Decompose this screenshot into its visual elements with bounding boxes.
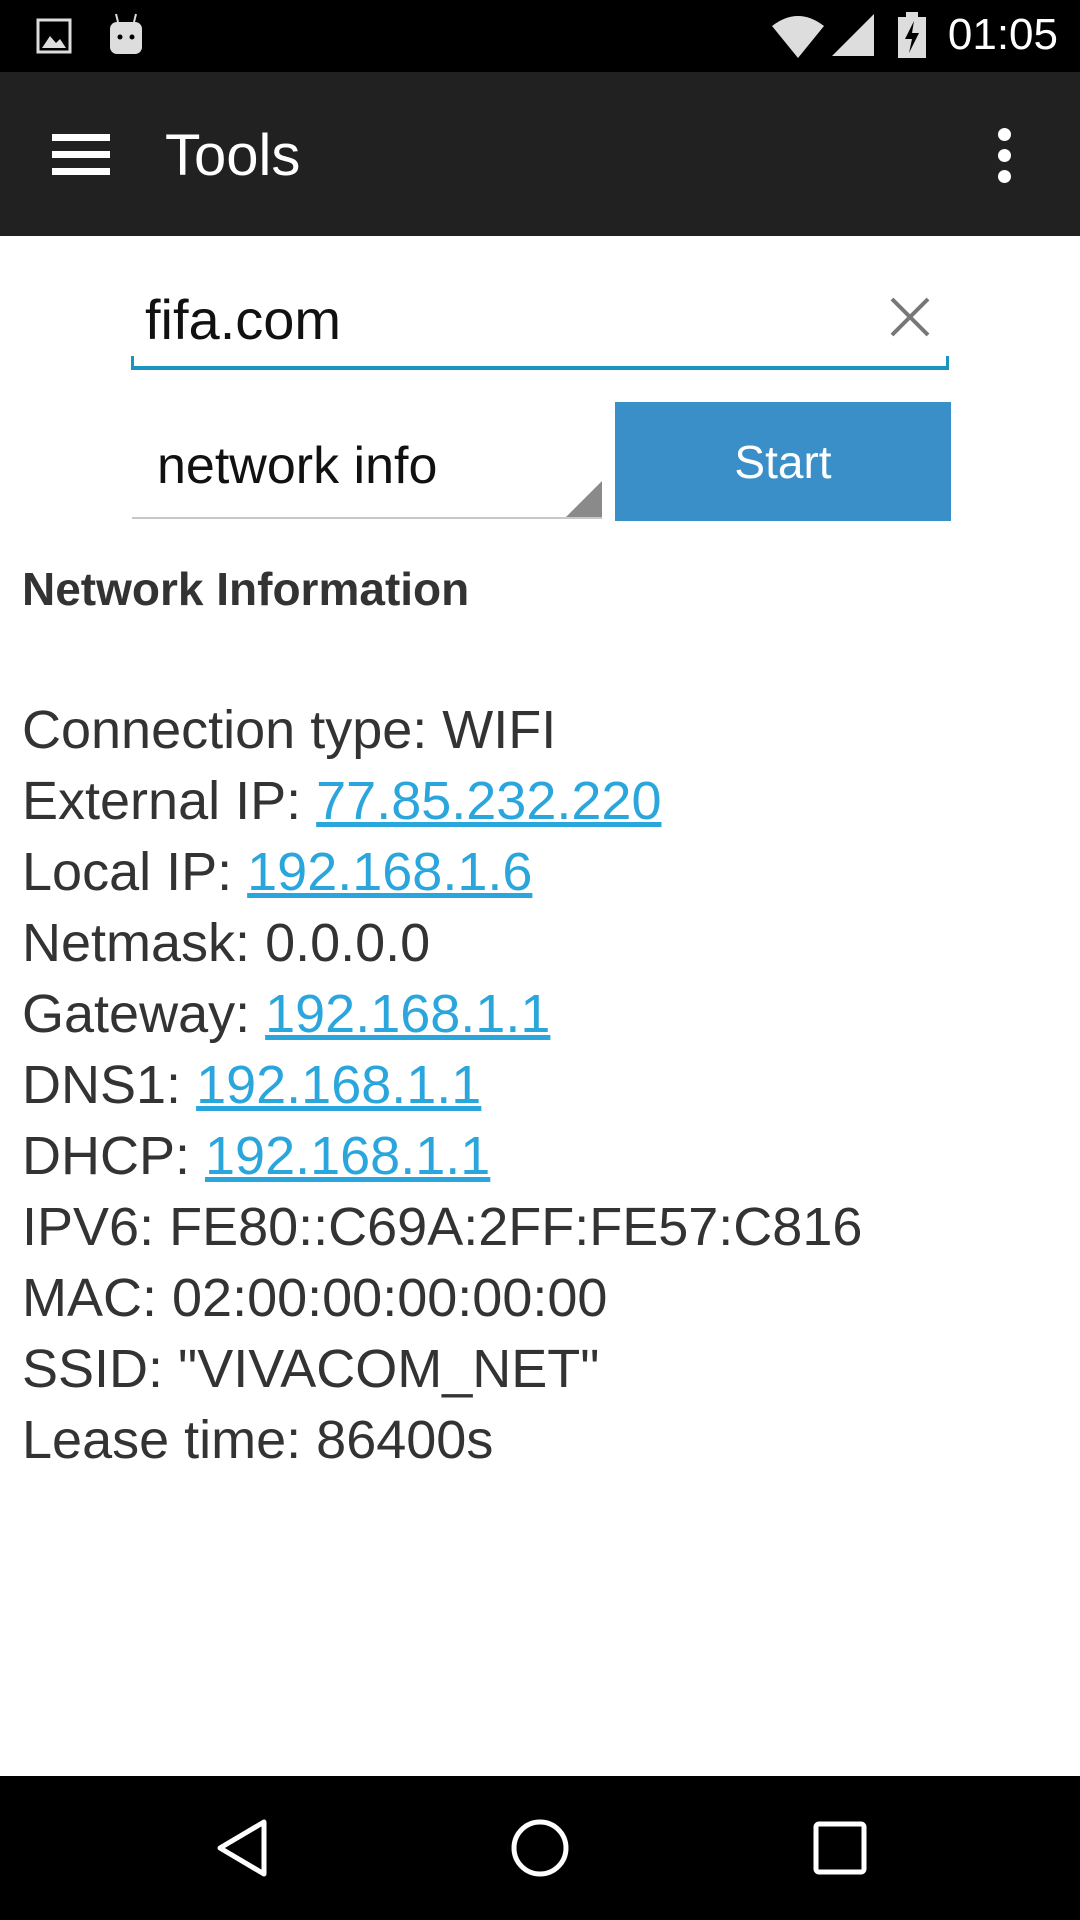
hamburger-icon[interactable] <box>52 134 110 175</box>
info-label: IPV6: <box>22 1197 170 1257</box>
info-value: 0.0.0.0 <box>265 913 431 973</box>
info-row: DHCP: 192.168.1.1 <box>22 1121 862 1192</box>
app-toolbar: Tools <box>0 72 1080 236</box>
info-row: IPV6: FE80::C69A:2FF:FE57:C816 <box>22 1192 862 1263</box>
info-row: DNS1: 192.168.1.1 <box>22 1050 862 1121</box>
page-title: Tools <box>165 123 301 188</box>
info-row: Gateway: 192.168.1.1 <box>22 979 862 1050</box>
info-label: Gateway: <box>22 984 266 1044</box>
info-value: FE80::C69A:2FF:FE57:C816 <box>169 1197 863 1257</box>
info-row: MAC: 02:00:00:00:00:00 <box>22 1263 862 1334</box>
cell-signal-icon <box>832 14 874 56</box>
info-label: DNS1: <box>22 1055 197 1115</box>
result-title: Network Information <box>22 563 470 615</box>
start-button[interactable]: Start <box>615 402 951 521</box>
image-notification-icon <box>36 18 72 54</box>
info-label: Netmask: <box>22 913 266 973</box>
info-value: 86400s <box>316 1410 494 1470</box>
dropdown-triangle-icon <box>566 481 602 517</box>
info-row: Local IP: 192.168.1.6 <box>22 837 862 908</box>
info-value-link[interactable]: 192.168.1.1 <box>196 1055 481 1115</box>
back-icon[interactable] <box>206 1812 278 1884</box>
info-label: MAC: <box>22 1268 173 1328</box>
info-row: Connection type: WIFI <box>22 695 862 766</box>
recents-icon[interactable] <box>804 1812 876 1884</box>
info-value-link[interactable]: 192.168.1.1 <box>205 1126 490 1186</box>
info-row: Lease time: 86400s <box>22 1405 862 1476</box>
network-info-list: Connection type: WIFI External IP: 77.85.… <box>22 695 862 1476</box>
close-icon[interactable] <box>888 295 932 339</box>
info-label: External IP: <box>22 771 317 831</box>
host-input-value: fifa.com <box>145 288 342 351</box>
info-label: Connection type: <box>22 700 443 760</box>
wifi-icon <box>772 16 824 58</box>
info-value-link[interactable]: 77.85.232.220 <box>316 771 661 831</box>
info-label: SSID: <box>22 1339 179 1399</box>
overflow-menu-icon[interactable] <box>992 128 1016 184</box>
info-value: WIFI <box>442 700 557 760</box>
clock: 01:05 <box>947 10 1058 59</box>
info-row: SSID: "VIVACOM_NET" <box>22 1334 862 1405</box>
info-value-link[interactable]: 192.168.1.6 <box>247 842 532 902</box>
tool-select-value: network info <box>157 437 438 495</box>
info-value-link[interactable]: 192.168.1.1 <box>265 984 550 1044</box>
info-value: 02:00:00:00:00:00 <box>172 1268 608 1328</box>
home-icon[interactable] <box>504 1812 576 1884</box>
info-label: Local IP: <box>22 842 248 902</box>
host-input[interactable]: fifa.com <box>131 275 949 370</box>
battery-charging-icon <box>898 12 926 58</box>
status-bar: 01:05 <box>0 0 1080 72</box>
info-label: DHCP: <box>22 1126 206 1186</box>
info-row: Netmask: 0.0.0.0 <box>22 908 862 979</box>
info-label: Lease time: <box>22 1410 317 1470</box>
navigation-bar <box>0 1776 1080 1920</box>
android-debug-icon <box>110 13 142 54</box>
info-row: External IP: 77.85.232.220 <box>22 766 862 837</box>
info-value: "VIVACOM_NET" <box>178 1339 600 1399</box>
tool-select[interactable]: network info <box>132 402 602 519</box>
